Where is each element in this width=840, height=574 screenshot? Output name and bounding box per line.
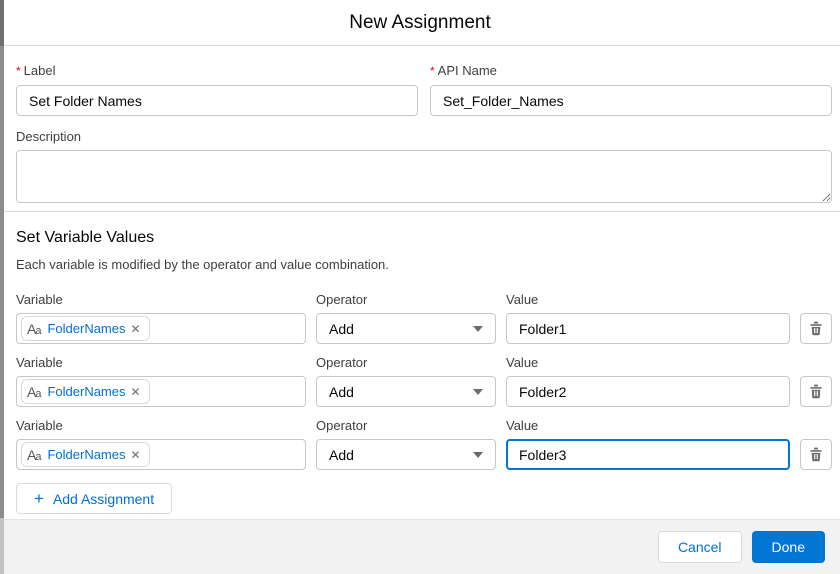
api-name-field-group: * API Name (430, 62, 832, 116)
text-type-icon: Aa (27, 383, 42, 400)
delete-assignment-button[interactable] (800, 313, 832, 344)
value-column: Value (506, 354, 790, 407)
variable-column: Variable Aa FolderNames ✕ (16, 354, 306, 407)
set-variable-values-section: Set Variable Values Each variable is mod… (0, 212, 840, 514)
value-input[interactable] (506, 313, 790, 344)
variable-label: Variable (16, 418, 63, 433)
operator-label: Operator (316, 355, 368, 370)
value-label: Value (506, 418, 539, 433)
assignment-row: Variable Aa FolderNames ✕ Operator Add V… (16, 291, 832, 344)
variable-label: Variable (16, 355, 63, 370)
value-column: Value (506, 291, 790, 344)
operator-column: Operator Add (316, 354, 496, 407)
description-field-label: Description (16, 129, 82, 144)
remove-pill-icon[interactable]: ✕ (131, 323, 141, 335)
required-asterisk: * (16, 64, 21, 78)
variable-pill[interactable]: Aa FolderNames ✕ (21, 379, 150, 404)
variable-combobox[interactable]: Aa FolderNames ✕ (16, 313, 306, 344)
api-name-input[interactable] (430, 85, 832, 116)
value-label: Value (506, 292, 539, 307)
delete-assignment-button[interactable] (800, 439, 832, 470)
trash-icon (810, 321, 822, 336)
remove-pill-icon[interactable]: ✕ (131, 386, 141, 398)
trash-icon (810, 447, 822, 462)
page-title: New Assignment (349, 11, 491, 33)
plus-icon: + (34, 488, 44, 508)
trash-column (800, 313, 832, 344)
text-type-icon: Aa (27, 446, 42, 463)
operator-label: Operator (316, 418, 368, 433)
trash-column (800, 376, 832, 407)
cancel-button[interactable]: Cancel (657, 531, 742, 563)
variable-combobox[interactable]: Aa FolderNames ✕ (16, 439, 306, 470)
trash-column (800, 439, 832, 470)
trash-icon (810, 384, 822, 399)
assignment-row: Variable Aa FolderNames ✕ Operator Add V… (16, 417, 832, 470)
variable-combobox[interactable]: Aa FolderNames ✕ (16, 376, 306, 407)
api-name-field-label: * API Name (430, 63, 497, 78)
done-button[interactable]: Done (751, 531, 825, 563)
value-label: Value (506, 355, 539, 370)
form-top-section: *Label *API Name Description (0, 46, 840, 211)
dropdown-arrow-icon (473, 325, 483, 332)
operator-dropdown[interactable]: Add (316, 439, 496, 470)
section-heading: Set Variable Values (16, 229, 155, 246)
value-input[interactable] (506, 376, 790, 407)
text-type-icon: Aa (27, 320, 42, 337)
value-column: Value (506, 417, 790, 470)
label-field-label: * Label (16, 63, 56, 78)
modal-footer: Cancel Done (0, 519, 840, 574)
variable-label: Variable (16, 292, 63, 307)
modal-header: New Assignment (0, 0, 840, 46)
window-edge-strip (0, 0, 4, 574)
operator-column: Operator Add (316, 291, 496, 344)
dropdown-arrow-icon (473, 388, 483, 395)
variable-column: Variable Aa FolderNames ✕ (16, 291, 306, 344)
label-input[interactable] (16, 85, 418, 116)
label-field-group: * Label (16, 62, 418, 116)
dropdown-arrow-icon (473, 451, 483, 458)
required-asterisk: * (430, 64, 435, 78)
variable-column: Variable Aa FolderNames ✕ (16, 417, 306, 470)
delete-assignment-button[interactable] (800, 376, 832, 407)
variable-pill[interactable]: Aa FolderNames ✕ (21, 316, 150, 341)
operator-dropdown[interactable]: Add (316, 313, 496, 344)
variable-pill[interactable]: Aa FolderNames ✕ (21, 442, 150, 467)
operator-label: Operator (316, 292, 368, 307)
remove-pill-icon[interactable]: ✕ (131, 449, 141, 461)
description-field-group: Description (16, 128, 832, 203)
description-textarea[interactable] (16, 150, 832, 203)
operator-dropdown[interactable]: Add (316, 376, 496, 407)
add-assignment-button[interactable]: + Add Assignment (16, 483, 173, 514)
value-input-focused[interactable] (506, 439, 790, 470)
operator-column: Operator Add (316, 417, 496, 470)
section-subtext: Each variable is modified by the operato… (16, 257, 389, 272)
assignment-row: Variable Aa FolderNames ✕ Operator Add V… (16, 354, 832, 407)
